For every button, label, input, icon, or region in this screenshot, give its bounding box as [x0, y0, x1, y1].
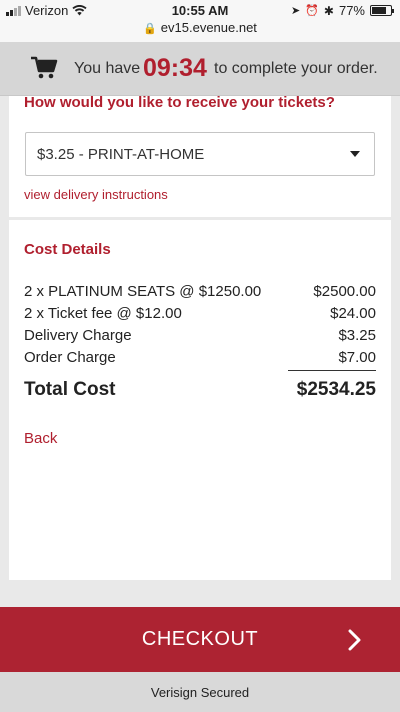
cart-icon — [31, 56, 58, 79]
cost-line-label: 2 x PLATINUM SEATS @ $1250.00 — [24, 283, 262, 300]
total-cost-amount: $2534.25 — [296, 379, 376, 400]
timer-prefix: You have — [74, 60, 141, 77]
bluetooth-icon: ✱ — [323, 3, 334, 18]
delivery-instructions-link[interactable]: view delivery instructions — [24, 187, 168, 202]
chevron-right-icon — [348, 629, 361, 651]
total-divider — [288, 370, 376, 371]
delivery-method-select[interactable]: $3.25 - PRINT-AT-HOME — [25, 132, 375, 176]
checkout-label: CHECKOUT — [141, 628, 259, 650]
url-text: ev15.evenue.net — [160, 20, 257, 35]
cost-line-label: Delivery Charge — [24, 327, 132, 344]
cost-line-amount: $7.00 — [338, 349, 376, 366]
cost-details-title: Cost Details — [24, 241, 111, 258]
cost-line-amount: $24.00 — [330, 305, 376, 322]
order-timer-bar: You have 09:34 to complete your order. — [0, 42, 400, 96]
delivery-selected-value: $3.25 - PRINT-AT-HOME — [37, 146, 205, 163]
cost-details-card: Cost Details 2 x PLATINUM SEATS @ $1250.… — [9, 220, 391, 580]
back-link[interactable]: Back — [24, 430, 57, 447]
timer-suffix: to complete your order. — [214, 60, 378, 77]
cost-line-label: 2 x Ticket fee @ $12.00 — [24, 305, 182, 322]
cost-line-amount: $3.25 — [338, 327, 376, 344]
status-right-group: ➤ ⏰ ✱ 77% — [290, 3, 394, 18]
total-cost-label: Total Cost — [24, 379, 116, 400]
url-bar[interactable]: 🔒 ev15.evenue.net — [0, 20, 400, 42]
status-bar: Verizon 10:55 AM ➤ ⏰ ✱ 77% — [0, 0, 400, 20]
security-footer: Verisign Secured — [0, 672, 400, 712]
battery-percent: 77% — [338, 3, 365, 18]
cost-line-label: Order Charge — [24, 349, 116, 366]
lock-icon: 🔒 — [143, 23, 157, 35]
verisign-text: Verisign Secured — [150, 685, 250, 700]
cost-line-amount: $2500.00 — [313, 283, 376, 300]
delivery-question: How would you like to receive your ticke… — [24, 94, 335, 111]
battery-icon — [370, 5, 394, 16]
location-arrow-icon: ➤ — [290, 5, 301, 17]
delivery-card: How would you like to receive your ticke… — [9, 94, 391, 217]
alarm-icon: ⏰ — [305, 5, 319, 17]
checkout-button[interactable]: CHECKOUT — [0, 607, 400, 672]
timer-countdown: 09:34 — [143, 54, 207, 82]
caret-down-icon — [350, 151, 360, 157]
